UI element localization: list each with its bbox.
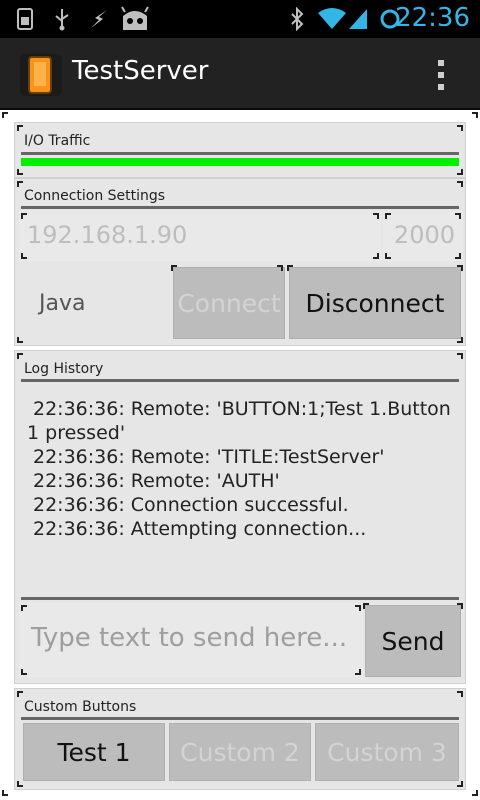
send-text-placeholder: Type text to send here... bbox=[31, 623, 348, 653]
divider bbox=[21, 379, 459, 382]
send-text-field[interactable]: Type text to send here... bbox=[19, 603, 363, 677]
cyanogen-icon bbox=[118, 6, 152, 32]
log-line: 22:36:36: Connection successful. bbox=[33, 494, 349, 516]
connection-settings-label: Connection Settings bbox=[24, 188, 166, 204]
status-clock: 22:36 bbox=[395, 3, 470, 33]
bluetooth-icon bbox=[286, 6, 308, 32]
custom-button-2[interactable]: Custom 2 bbox=[169, 723, 311, 781]
signal-icon bbox=[346, 6, 370, 32]
log-line: 1 pressed' bbox=[27, 422, 126, 444]
disconnect-button-label: Disconnect bbox=[305, 288, 445, 318]
ip-address-placeholder: 192.168.1.90 bbox=[27, 221, 188, 249]
custom-buttons-label: Custom Buttons bbox=[24, 699, 137, 715]
divider bbox=[21, 152, 459, 155]
wifi-icon bbox=[316, 6, 348, 32]
send-button[interactable]: Send bbox=[365, 605, 461, 677]
log-line: 22:36:36: Remote: 'AUTH' bbox=[33, 470, 280, 492]
app-phone-icon[interactable] bbox=[20, 54, 62, 96]
custom-button-1-label: Test 1 bbox=[57, 737, 131, 767]
log-list: 22:36:36: Remote: 'BUTTON:1;Test 1.Butto… bbox=[27, 397, 451, 541]
frame-corner bbox=[2, 790, 8, 796]
frame-corner bbox=[2, 112, 8, 118]
overflow-menu-icon[interactable] bbox=[438, 60, 444, 90]
mode-label[interactable]: Java bbox=[39, 291, 85, 316]
disconnect-button[interactable]: Disconnect bbox=[289, 267, 461, 339]
custom-buttons-panel: Custom Buttons Test 1 Custom 2 Custom 3 bbox=[14, 688, 466, 790]
custom-button-1[interactable]: Test 1 bbox=[23, 723, 165, 781]
status-bar: 22:36 bbox=[0, 0, 480, 38]
lightning-icon bbox=[86, 6, 112, 32]
log-history-panel: Log History 22:36:36: Remote: 'BUTTON:1;… bbox=[14, 350, 466, 684]
port-field[interactable]: 2000 bbox=[383, 211, 463, 261]
send-button-label: Send bbox=[381, 626, 445, 656]
custom-button-3-label: Custom 3 bbox=[327, 737, 447, 767]
custom-button-3[interactable]: Custom 3 bbox=[315, 723, 459, 781]
sim-card-icon bbox=[14, 6, 36, 32]
ip-address-field[interactable]: 192.168.1.90 bbox=[19, 211, 381, 261]
connect-button[interactable]: Connect bbox=[173, 267, 285, 339]
log-line: 22:36:36: Remote: 'TITLE:TestServer' bbox=[33, 446, 385, 468]
frame-corner bbox=[472, 112, 478, 118]
connect-button-label: Connect bbox=[177, 288, 281, 318]
port-placeholder: 2000 bbox=[393, 221, 455, 249]
io-traffic-label: I/O Traffic bbox=[24, 133, 91, 149]
divider bbox=[21, 717, 459, 720]
app-title: TestServer bbox=[72, 56, 209, 86]
io-traffic-panel: I/O Traffic bbox=[14, 122, 466, 178]
main-content: I/O Traffic Connection Settings 192.168.… bbox=[0, 110, 480, 800]
usb-icon bbox=[50, 6, 74, 32]
connection-settings-panel: Connection Settings 192.168.1.90 2000 Ja… bbox=[14, 178, 466, 346]
action-bar: TestServer bbox=[0, 38, 480, 110]
divider bbox=[21, 206, 459, 209]
log-line: 22:36:36: Attempting connection... bbox=[33, 518, 367, 540]
io-traffic-bar bbox=[21, 158, 459, 166]
divider bbox=[21, 597, 459, 600]
frame-corner bbox=[472, 790, 478, 796]
log-history-label: Log History bbox=[24, 361, 104, 377]
log-line: 22:36:36: Remote: 'BUTTON:1;Test 1.Butto… bbox=[33, 398, 451, 420]
custom-button-2-label: Custom 2 bbox=[180, 737, 300, 767]
